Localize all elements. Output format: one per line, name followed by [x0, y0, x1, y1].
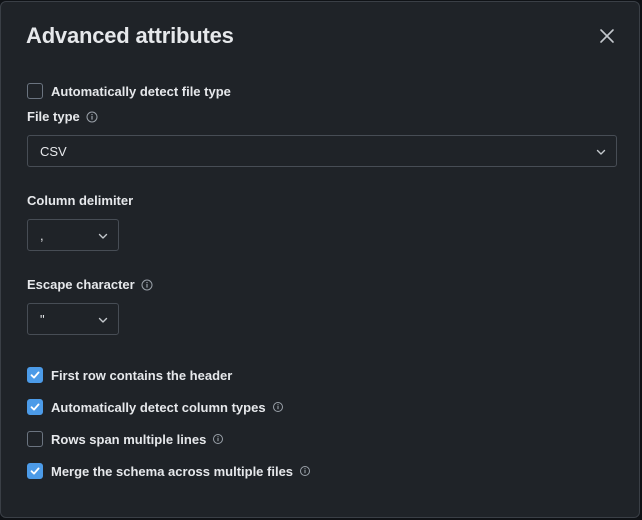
close-icon — [600, 29, 614, 43]
auto-detect-column-types-row[interactable]: Automatically detect column types — [27, 398, 284, 416]
rows-span-multiple-lines-row[interactable]: Rows span multiple lines — [27, 430, 224, 448]
auto-detect-file-type-row[interactable]: Automatically detect file type — [27, 82, 231, 100]
auto-detect-file-type-label: Automatically detect file type — [51, 83, 231, 99]
info-icon[interactable] — [272, 401, 284, 413]
checkmark-icon — [30, 403, 40, 411]
rows-span-multiple-lines-checkbox[interactable] — [27, 431, 43, 447]
file-type-value: CSV — [40, 143, 67, 159]
first-row-header-label: First row contains the header — [51, 367, 233, 383]
rows-span-multiple-lines-label: Rows span multiple lines — [51, 431, 207, 447]
escape-character-select[interactable]: " — [27, 303, 119, 335]
merge-schema-row[interactable]: Merge the schema across multiple files — [27, 462, 311, 480]
merge-schema-checkbox[interactable] — [27, 463, 43, 479]
escape-character-value: " — [40, 311, 45, 327]
checkmark-icon — [30, 371, 40, 379]
column-delimiter-select[interactable]: , — [27, 219, 119, 251]
checkmark-icon — [30, 467, 40, 475]
file-type-label-row: File type — [27, 109, 98, 124]
auto-detect-column-types-checkbox[interactable] — [27, 399, 43, 415]
auto-detect-column-types-label: Automatically detect column types — [51, 399, 266, 415]
file-type-label: File type — [27, 109, 80, 124]
info-icon[interactable] — [86, 111, 98, 123]
chevron-down-icon — [98, 317, 108, 323]
dialog-title: Advanced attributes — [26, 23, 234, 48]
column-delimiter-label: Column delimiter — [27, 193, 134, 208]
escape-character-label: Escape character — [27, 277, 135, 292]
column-delimiter-value: , — [40, 227, 44, 243]
first-row-header-row[interactable]: First row contains the header — [27, 366, 232, 384]
auto-detect-file-type-checkbox[interactable] — [27, 83, 43, 99]
column-delimiter-label-row: Column delimiter — [27, 193, 133, 208]
merge-schema-label: Merge the schema across multiple files — [51, 463, 294, 479]
file-type-select[interactable]: CSV — [27, 135, 617, 167]
info-icon[interactable] — [141, 279, 153, 291]
chevron-down-icon — [596, 149, 606, 155]
first-row-header-checkbox[interactable] — [27, 367, 43, 383]
info-icon[interactable] — [212, 433, 224, 445]
info-icon[interactable] — [299, 465, 311, 477]
chevron-down-icon — [98, 233, 108, 239]
advanced-attributes-dialog: Advanced attributes Automatically detect… — [0, 1, 640, 518]
escape-character-label-row: Escape character — [27, 277, 153, 292]
close-button[interactable] — [597, 26, 617, 46]
